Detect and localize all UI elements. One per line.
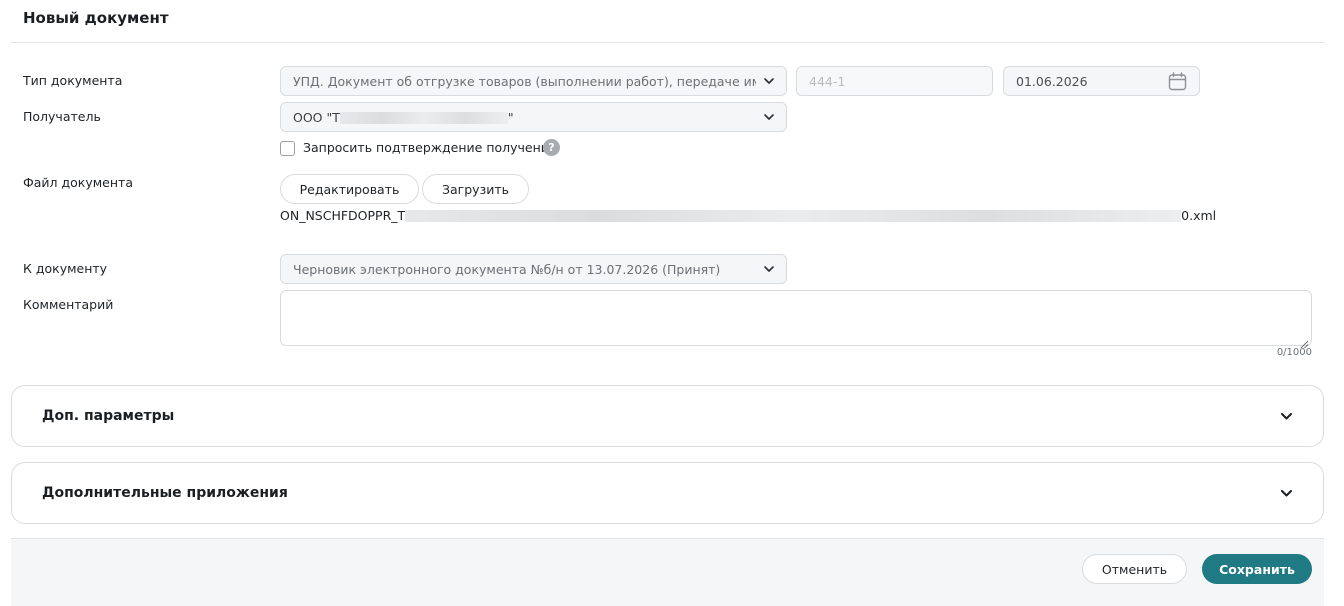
chevron-down-icon[interactable] (1279, 409, 1293, 423)
redacted-block (405, 209, 1182, 222)
comment-textarea[interactable] (280, 290, 1312, 349)
section-additional-attachments[interactable]: Дополнительные приложения (11, 462, 1324, 524)
file-name-prefix: ON_NSCHFDOPPR_T (280, 208, 406, 223)
confirm-receipt-label[interactable]: Запросить подтверждение получения (303, 140, 556, 155)
to-document-select[interactable]: Черновик электронного документа №б/н от … (280, 254, 787, 284)
doc-type-value: УПД. Документ об отгрузке товаров (выпол… (293, 73, 756, 89)
doc-type-select[interactable]: УПД. Документ об отгрузке товаров (выпол… (280, 66, 787, 96)
recipient-value-suffix: " (507, 109, 514, 125)
redacted-block (339, 112, 508, 124)
chevron-down-icon (756, 103, 774, 131)
to-document-value: Черновик электронного документа №б/н от … (293, 261, 721, 277)
file-name[interactable]: ON_NSCHFDOPPR_T 0.xml (280, 208, 1216, 223)
doc-number-input[interactable]: 444-1 (796, 66, 993, 96)
title-divider (11, 42, 1324, 43)
file-label: Файл документа (23, 175, 133, 190)
section-title: Дополнительные приложения (42, 485, 288, 501)
cancel-button[interactable]: Отменить (1082, 554, 1187, 584)
doc-type-label: Тип документа (23, 73, 123, 88)
calendar-icon[interactable] (1167, 71, 1187, 91)
help-icon[interactable]: ? (543, 139, 560, 156)
to-document-label: К документу (23, 261, 108, 276)
doc-date-input[interactable]: 01.06.2026 (1003, 66, 1200, 96)
save-button[interactable]: Сохранить (1202, 554, 1312, 584)
file-name-suffix: 0.xml (1181, 208, 1217, 223)
chevron-down-icon[interactable] (1279, 486, 1293, 500)
comment-char-counter: 0/1000 (1276, 347, 1312, 358)
section-title: Доп. параметры (42, 408, 175, 424)
edit-file-button[interactable]: Редактировать (280, 174, 419, 204)
recipient-value: ООО "Т " (293, 110, 756, 125)
page-title: Новый документ (23, 9, 169, 27)
chevron-down-icon (756, 67, 774, 95)
resize-handle-icon[interactable] (1300, 334, 1309, 349)
comment-label: Комментарий (23, 297, 114, 312)
recipient-select[interactable]: ООО "Т " (280, 102, 787, 132)
confirm-receipt-checkbox[interactable] (280, 141, 295, 156)
new-document-page: Новый документ Тип документа УПД. Докуме… (0, 0, 1344, 606)
section-additional-params[interactable]: Доп. параметры (11, 385, 1324, 447)
chevron-down-icon (756, 255, 774, 283)
upload-file-button[interactable]: Загрузить (422, 174, 529, 204)
doc-number-placeholder: 444-1 (809, 73, 846, 89)
doc-date-value: 01.06.2026 (1016, 73, 1088, 89)
recipient-value-prefix: ООО "Т (293, 109, 340, 125)
recipient-label: Получатель (23, 109, 101, 124)
